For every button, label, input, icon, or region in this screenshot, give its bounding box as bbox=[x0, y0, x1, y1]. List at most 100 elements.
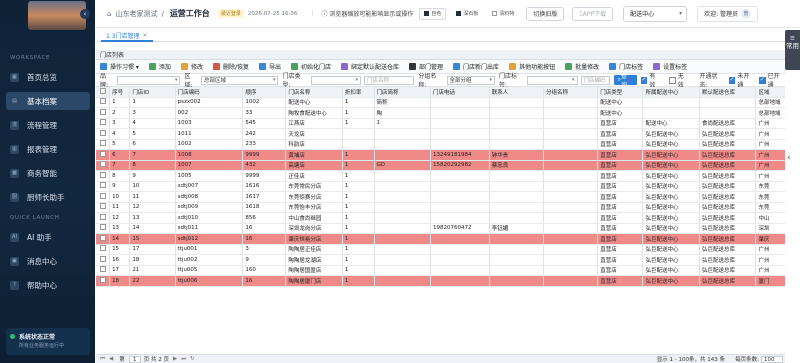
row-checkbox[interactable] bbox=[99, 150, 106, 157]
toolbar-button-6[interactable]: 绑定默认配送仓库 bbox=[341, 62, 399, 71]
toolbar-button-11[interactable]: 门店标签 bbox=[609, 62, 643, 71]
home-icon[interactable]: ⌂ bbox=[107, 10, 111, 18]
switch-old-version-button[interactable]: 切换旧版 bbox=[526, 6, 565, 21]
row-checkbox[interactable] bbox=[99, 140, 106, 147]
store-code-input[interactable]: 门店编码 bbox=[580, 75, 610, 85]
row-checkbox[interactable] bbox=[99, 276, 106, 283]
row-select-cell[interactable] bbox=[96, 107, 111, 119]
table-row[interactable]: 1822ttju00616陶陶居厦门店1直营店弘巨配送中心弘巨配送总库厦门山东老 bbox=[96, 275, 785, 287]
row-select-cell[interactable] bbox=[96, 191, 111, 203]
chevron-left-icon[interactable]: ‹ bbox=[787, 153, 797, 167]
breadcrumb-company[interactable]: 山东老家测试 bbox=[115, 9, 157, 19]
row-checkbox[interactable] bbox=[99, 245, 106, 252]
store-type-filter-select[interactable] bbox=[310, 75, 361, 85]
table-row[interactable]: 1618ttju0029陶陶居龙湖店1直营店弘巨配送中心弘巨配送总库广州山东老 bbox=[96, 254, 785, 266]
table-row[interactable]: 1213sdtj010856中山食尚继园1直营店弘巨配送中心弘巨配送总库中山山东… bbox=[96, 212, 785, 224]
refresh-icon[interactable]: ↻ bbox=[190, 356, 195, 362]
region-filter-select[interactable]: 总部区域 bbox=[201, 75, 279, 85]
column-header[interactable]: 门店名称 bbox=[285, 87, 343, 98]
row-select-cell[interactable] bbox=[96, 254, 111, 266]
column-header[interactable]: 门店编码 bbox=[175, 87, 244, 98]
table-row[interactable]: 6 7 1008 9999 黄埔店 1 13249181984 钟华贵 直营店 弘巨配送中心 弘巨配… bbox=[96, 149, 785, 161]
row-checkbox[interactable] bbox=[99, 224, 106, 231]
store-name-input[interactable]: 门店名称 bbox=[364, 75, 415, 85]
theme-white-option[interactable]: 自色 bbox=[419, 7, 447, 20]
table-row[interactable]: 910sdtj0071616东莞常民分店1直营店弘巨配送中心弘巨配送总库东莞山东… bbox=[96, 181, 785, 192]
row-select-cell[interactable] bbox=[96, 97, 111, 108]
sidebar-item-0[interactable]: ▦ 首页总览 bbox=[6, 68, 90, 86]
prev-page-button[interactable]: ◀ bbox=[109, 356, 113, 362]
sidebar-item-4[interactable]: ▩ 商务智能 bbox=[6, 164, 90, 182]
column-header[interactable]: 区域 bbox=[755, 87, 785, 98]
group-filter-select[interactable]: 全部分组 bbox=[446, 75, 495, 85]
row-checkbox[interactable] bbox=[99, 98, 106, 105]
row-select-cell[interactable] bbox=[96, 275, 111, 287]
collapse-sidebar-button[interactable]: ‹ bbox=[80, 9, 90, 19]
column-header[interactable]: 顺序 bbox=[242, 87, 287, 98]
toolbar-button-4[interactable]: 导出 bbox=[258, 62, 281, 71]
table-row[interactable]: 1517ttju0013陶陶居正佳店1直营店弘巨配送中心弘巨配送总库广州山东老 bbox=[96, 244, 785, 255]
row-select-cell[interactable] bbox=[96, 265, 111, 276]
brand-filter-select[interactable] bbox=[116, 75, 181, 85]
row-checkbox[interactable] bbox=[99, 108, 106, 115]
column-header[interactable]: 所属配送中心 bbox=[642, 87, 700, 98]
toolbar-button-3[interactable]: 删除/恢复 bbox=[212, 62, 249, 71]
table-row[interactable]: 451011242天龙店直营店弘巨配送中心弘巨配送总库广州山东老 bbox=[96, 128, 785, 140]
column-header[interactable]: 折扣率 bbox=[342, 87, 375, 98]
toolbar-button-9[interactable]: 其他功能按钮 bbox=[509, 62, 555, 71]
favorites-panel-toggle[interactable]: ≡ 常用 bbox=[785, 30, 800, 70]
table-row[interactable]: 561002233科韵店直营店弘巨配送中心弘巨配送总库广州山东老 bbox=[96, 139, 785, 150]
toolbar-button-5[interactable]: 初始化门店 bbox=[291, 62, 331, 71]
query-button[interactable]: ⌕ 查询 bbox=[613, 73, 637, 89]
store-tag-filter-select[interactable] bbox=[527, 75, 578, 85]
toolbar-button-8[interactable]: 门店新门出库 bbox=[453, 62, 499, 71]
next-page-button[interactable]: ▶ bbox=[173, 356, 177, 362]
row-checkbox[interactable] bbox=[99, 266, 106, 273]
column-header[interactable]: 门店电话 bbox=[430, 87, 490, 98]
page-size-select[interactable]: 100 bbox=[761, 355, 783, 363]
select-all-checkbox[interactable] bbox=[99, 87, 106, 94]
table-row[interactable]: 1415sdtj01216肇庆恒裕分店1直营店弘巨配送中心弘巨配送总库肇庆山东老 bbox=[96, 233, 785, 245]
toolbar-button-2[interactable]: 修改 bbox=[180, 62, 203, 71]
row-checkbox[interactable] bbox=[99, 161, 106, 168]
table-row[interactable]: 1 1 pszx002 1002 配送中心 1 简称 配送中心 总部地域 bbox=[96, 97, 785, 108]
row-checkbox[interactable] bbox=[99, 255, 106, 262]
row-select-cell[interactable] bbox=[96, 128, 111, 140]
row-select-cell[interactable] bbox=[96, 170, 111, 182]
toolbar-button-10[interactable]: 批量修改 bbox=[565, 62, 599, 71]
row-select-cell[interactable] bbox=[96, 181, 111, 192]
quick-launch-item-2[interactable]: ? 帮助中心 bbox=[6, 276, 90, 294]
sidebar-item-1[interactable]: ▤ 基本档案 bbox=[6, 92, 90, 110]
toolbar-button-1[interactable]: 添加 bbox=[148, 62, 171, 71]
center-select[interactable]: 配送中心 bbox=[623, 5, 688, 22]
invalid-checkbox[interactable] bbox=[668, 76, 676, 84]
row-select-cell[interactable] bbox=[96, 212, 111, 224]
column-header[interactable]: 门店简称 bbox=[374, 87, 431, 98]
row-select-cell[interactable] bbox=[96, 233, 111, 245]
table-row[interactable]: 1721ttju005160陶陶居国盈店1直营店弘巨配送中心弘巨配送总库广州山东… bbox=[96, 265, 785, 276]
row-checkbox[interactable] bbox=[99, 119, 106, 126]
row-checkbox[interactable] bbox=[99, 234, 106, 241]
table-row[interactable]: 1112sdtj0091618东莞怡丰分店1直营店弘巨配送中心弘巨配送总库东莞山… bbox=[96, 202, 785, 213]
column-header[interactable]: 联系人 bbox=[489, 87, 545, 98]
not-open-checkbox[interactable] bbox=[728, 76, 736, 84]
row-checkbox[interactable] bbox=[99, 213, 106, 220]
row-checkbox[interactable] bbox=[99, 192, 106, 199]
table-row[interactable]: 8910059999正佳店1直营店弘巨配送中心弘巨配送总库广州山东老 bbox=[96, 170, 785, 182]
row-select-cell[interactable] bbox=[96, 118, 111, 129]
row-select-cell[interactable] bbox=[96, 202, 111, 213]
table-row[interactable]: 341003545江燕店11直营店配送中心食尚配送总库广州山东老 bbox=[96, 118, 785, 129]
toolbar-button-0[interactable]: 操作习惯 ▾ bbox=[100, 62, 139, 71]
row-select-cell[interactable] bbox=[96, 160, 111, 171]
toolbar-button-7[interactable]: 部门管理 bbox=[409, 62, 443, 71]
row-select-cell[interactable] bbox=[96, 149, 111, 161]
app-download-button[interactable]: ▯ APP下载 bbox=[572, 6, 614, 21]
table-row[interactable]: 7 8 1007 432 高塘店 1 GD 15820292982 蔡忠良 直营店 弘巨配送中心 弘巨… bbox=[96, 160, 785, 171]
toolbar-button-12[interactable]: 设置标签 bbox=[653, 62, 687, 71]
row-select-cell[interactable] bbox=[96, 223, 111, 234]
column-header[interactable]: 分组名称 bbox=[543, 87, 599, 98]
first-page-button[interactable]: ⏮ bbox=[100, 356, 105, 363]
column-header[interactable]: 默认配送仓库 bbox=[699, 87, 757, 98]
opened-checkbox[interactable] bbox=[758, 76, 766, 84]
theme-clear-option[interactable]: 清料特 bbox=[488, 8, 518, 20]
